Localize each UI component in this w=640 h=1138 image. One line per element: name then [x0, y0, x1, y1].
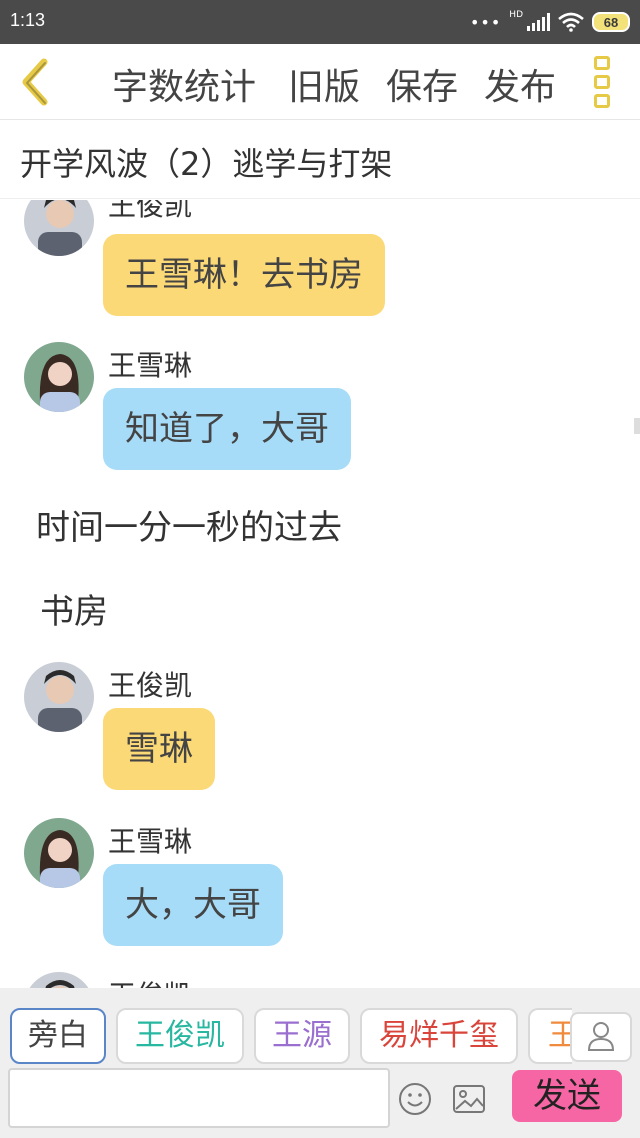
- speaker-name: 王雪琳: [108, 349, 193, 382]
- avatar-boy[interactable]: [24, 972, 94, 988]
- role-chip-wang-junkai[interactable]: 王俊凯: [116, 1008, 244, 1064]
- role-chip-wang-yuan[interactable]: 王源: [254, 1008, 350, 1064]
- person-icon: [587, 1022, 615, 1051]
- image-icon[interactable]: [452, 1084, 486, 1114]
- composer-panel: 旁白 王俊凯 王源 易烊千玺 王 发送: [0, 988, 640, 1138]
- old-version-button[interactable]: 旧版: [288, 58, 360, 110]
- speaker-name: 王俊凯: [108, 669, 193, 702]
- role-chip-yi-yangqianxi[interactable]: 易烊千玺: [360, 1008, 518, 1064]
- message-bubble[interactable]: 大，大哥: [103, 864, 283, 946]
- chat-list[interactable]: 王俊凯 王雪琳！去书房 王雪琳 知道了，大哥 时间一分一秒的过去 书房 王俊凯 …: [0, 200, 640, 988]
- speaker-name: 王俊凯: [108, 200, 193, 222]
- status-time: 1:13: [10, 10, 46, 30]
- avatar-boy[interactable]: [24, 662, 94, 732]
- publish-button[interactable]: 发布: [484, 58, 556, 110]
- avatar-boy[interactable]: [24, 200, 94, 256]
- avatar-girl[interactable]: [24, 818, 94, 888]
- status-icons: ••• HD 68: [470, 8, 630, 36]
- back-arrow-icon[interactable]: [14, 56, 58, 108]
- message-input[interactable]: [8, 1068, 390, 1128]
- speaker-name: 王雪琳: [108, 825, 193, 858]
- message-bubble[interactable]: 雪琳: [103, 708, 215, 790]
- narration-text[interactable]: 时间一分一秒的过去: [36, 500, 342, 549]
- role-chip-partial[interactable]: 王: [528, 1008, 572, 1064]
- more-notifications-icon: •••: [469, 12, 502, 32]
- word-count-button[interactable]: 字数统计: [112, 58, 256, 110]
- network-type: HD: [509, 10, 523, 20]
- add-role-button[interactable]: [570, 1012, 632, 1062]
- status-bar: 1:13 ••• HD 68: [0, 0, 640, 44]
- more-menu-icon[interactable]: [594, 56, 616, 108]
- signal-icon: [527, 13, 550, 31]
- speaker-name: 王俊凯: [108, 974, 192, 988]
- save-button[interactable]: 保存: [386, 58, 458, 110]
- message-bubble[interactable]: 知道了，大哥: [103, 388, 351, 470]
- scrollbar-thumb[interactable]: [634, 418, 640, 434]
- battery-indicator: 68: [592, 12, 630, 32]
- avatar-girl[interactable]: [24, 342, 94, 412]
- emoji-icon[interactable]: [398, 1082, 432, 1116]
- editor-toolbar: 字数统计 旧版 保存 发布: [0, 44, 640, 120]
- send-button[interactable]: 发送: [512, 1070, 622, 1122]
- message-bubble[interactable]: 王雪琳！去书房: [103, 234, 385, 316]
- chapter-title-bar[interactable]: 开学风波（2）逃学与打架: [0, 121, 640, 199]
- chapter-title[interactable]: 开学风波（2）逃学与打架: [20, 139, 392, 185]
- narration-text[interactable]: 书房: [40, 584, 108, 633]
- wifi-icon: [558, 12, 584, 32]
- role-chip-narrator[interactable]: 旁白: [10, 1008, 106, 1064]
